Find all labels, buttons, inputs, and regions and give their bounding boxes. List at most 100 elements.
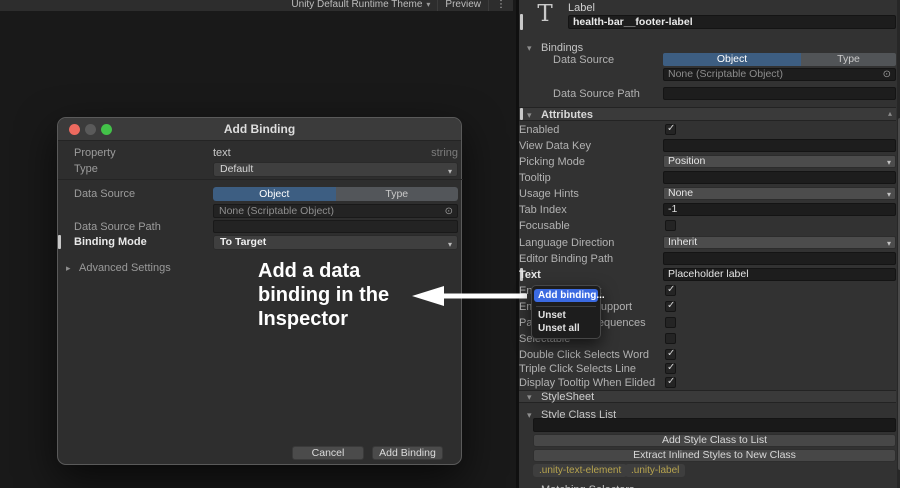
type-dropdown[interactable]: Default ▾ xyxy=(213,162,458,177)
attributes-section-header[interactable]: ▾ Attributes ▴ xyxy=(519,107,896,121)
tooltip-field[interactable] xyxy=(663,171,896,184)
tab-type[interactable]: Type xyxy=(801,53,896,66)
chevron-down-icon: ▾ xyxy=(426,0,431,9)
data-source-path-label: Data Source Path xyxy=(74,221,161,233)
foldout-expanded-icon: ▾ xyxy=(527,110,532,120)
more-options-icon[interactable]: ⋮ xyxy=(489,0,513,11)
data-source-path-field[interactable] xyxy=(213,220,458,233)
screen: Unity Default Runtime Theme ▾ Preview ⋮ A… xyxy=(0,0,900,488)
tab-type[interactable]: Type xyxy=(335,187,458,201)
foldout-collapsed-icon: ▸ xyxy=(66,263,71,273)
language-direction-dropdown[interactable]: Inherit ▾ xyxy=(663,236,896,249)
data-source-label: Data Source xyxy=(553,54,615,66)
data-source-path-label: Data Source Path xyxy=(553,88,640,100)
annotation-text: Add a data binding in the Inspector xyxy=(258,260,390,330)
add-style-class-button[interactable]: Add Style Class to List xyxy=(533,434,896,447)
view-data-key-field[interactable] xyxy=(663,139,896,152)
extract-inlined-styles-button[interactable]: Extract Inlined Styles to New Class xyxy=(533,449,896,462)
modified-indicator xyxy=(58,235,61,249)
attribute-label: Language Direction xyxy=(519,237,615,249)
attribute-label: Text xyxy=(519,269,541,281)
binding-mode-dropdown[interactable]: To Target ▾ xyxy=(213,235,458,250)
preview-button[interactable]: Preview xyxy=(438,0,488,11)
attribute-label: Focusable xyxy=(519,220,570,232)
double-click-selects-word-checkbox[interactable]: ✓ xyxy=(665,348,676,360)
enabled-checkbox[interactable]: ✓ xyxy=(665,123,676,135)
attribute-label: Editor Binding Path xyxy=(519,253,614,265)
stylesheet-section-header[interactable]: ▾ StyleSheet xyxy=(519,390,896,403)
modified-indicator xyxy=(520,14,523,30)
label-type-icon: T xyxy=(537,1,553,27)
cancel-button[interactable]: Cancel xyxy=(292,446,364,460)
text-field[interactable]: Placeholder label xyxy=(663,268,896,281)
element-name-field[interactable]: health-bar__footer-label xyxy=(568,15,896,29)
section-menu-icon[interactable]: ▴ xyxy=(888,109,892,118)
attribute-label: Tooltip xyxy=(519,172,551,184)
emoji-fallback-support-checkbox[interactable]: ✓ xyxy=(665,300,676,312)
chevron-down-icon: ▾ xyxy=(886,158,891,167)
binding-context-menu: Add binding... Unset Unset all xyxy=(531,285,605,339)
foldout-expanded-icon: ▾ xyxy=(527,410,532,420)
property-type: string xyxy=(431,147,458,159)
usage-hints-dropdown[interactable]: None ▾ xyxy=(663,187,896,200)
element-type-label: Label xyxy=(568,2,595,14)
chevron-down-icon: ▾ xyxy=(886,190,891,199)
inspector-panel: T Label health-bar__footer-label ▾ Bindi… xyxy=(516,0,900,488)
tab-index-field[interactable]: -1 xyxy=(663,203,896,216)
chevron-down-icon: ▾ xyxy=(447,240,452,249)
tab-object[interactable]: Object xyxy=(213,187,336,201)
triple-click-selects-line-checkbox[interactable]: ✓ xyxy=(665,362,676,374)
menu-item-unset[interactable]: Unset xyxy=(534,309,598,322)
checkmark-icon: ✓ xyxy=(667,376,676,387)
editor-binding-path-field[interactable] xyxy=(663,252,896,265)
parse-escape-sequences-checkbox[interactable] xyxy=(665,317,676,328)
dialog-title: Add Binding xyxy=(223,122,296,136)
attribute-label: Tab Index xyxy=(519,204,567,216)
attribute-label: Enabled xyxy=(519,124,560,136)
checkmark-icon: ✓ xyxy=(667,362,676,373)
annotation-arrow-icon xyxy=(412,286,527,306)
enable-rich-text-checkbox[interactable]: ✓ xyxy=(665,284,676,296)
attribute-label: View Data Key xyxy=(519,140,591,152)
checkmark-icon: ✓ xyxy=(667,300,676,311)
focusable-checkbox[interactable] xyxy=(665,220,676,231)
tab-object[interactable]: Object xyxy=(663,53,801,66)
checkmark-icon: ✓ xyxy=(667,284,676,295)
style-class-pill[interactable]: .unity-label xyxy=(625,464,686,477)
checkmark-icon: ✓ xyxy=(667,123,676,134)
attribute-label: Display Tooltip When Elided xyxy=(519,377,656,389)
top-toolbar: Unity Default Runtime Theme ▾ Preview ⋮ xyxy=(0,0,513,11)
data-source-label: Data Source xyxy=(74,188,136,200)
style-class-input[interactable] xyxy=(533,418,896,432)
data-source-tabs: Object Type xyxy=(663,53,896,66)
data-source-path-field[interactable] xyxy=(663,87,896,100)
advanced-settings-foldout[interactable]: ▸ Advanced Settings xyxy=(66,258,171,276)
chevron-down-icon: ▾ xyxy=(447,167,452,176)
display-tooltip-when-elided-checkbox[interactable]: ✓ xyxy=(665,376,676,388)
object-picker-icon[interactable]: ⊙ xyxy=(445,205,453,218)
checkmark-icon: ✓ xyxy=(667,348,676,359)
attribute-label: Double Click Selects Word xyxy=(519,349,650,361)
theme-selector-dropdown[interactable]: Unity Default Runtime Theme ▾ xyxy=(284,0,437,11)
menu-divider xyxy=(536,306,596,307)
attribute-label: Usage Hints xyxy=(519,188,579,200)
binding-mode-label: Binding Mode xyxy=(74,236,147,248)
chevron-down-icon: ▾ xyxy=(886,239,891,248)
menu-item-unset-all[interactable]: Unset all xyxy=(534,322,598,335)
data-source-tabs: Object Type xyxy=(213,187,458,201)
picking-mode-dropdown[interactable]: Position ▾ xyxy=(663,155,896,168)
foldout-expanded-icon: ▾ xyxy=(527,43,532,53)
property-label: Property xyxy=(74,147,116,159)
selectable-checkbox[interactable] xyxy=(665,333,676,344)
matching-selectors-foldout[interactable]: ▾ Matching Selectors xyxy=(527,480,635,488)
object-picker-icon[interactable]: ⊙ xyxy=(883,69,891,80)
dialog-divider xyxy=(58,179,463,180)
theme-selector-label: Unity Default Runtime Theme xyxy=(291,0,423,10)
style-class-pill[interactable]: .unity-text-element xyxy=(533,464,628,477)
add-binding-button[interactable]: Add Binding xyxy=(372,446,443,460)
foldout-expanded-icon: ▾ xyxy=(527,392,532,402)
object-picker-field[interactable]: None (Scriptable Object) ⊙ xyxy=(213,204,458,218)
menu-item-add-binding[interactable]: Add binding... xyxy=(534,289,605,302)
object-picker-field[interactable]: None (Scriptable Object) ⊙ xyxy=(663,68,896,81)
dialog-titlebar[interactable]: Add Binding xyxy=(58,118,461,141)
